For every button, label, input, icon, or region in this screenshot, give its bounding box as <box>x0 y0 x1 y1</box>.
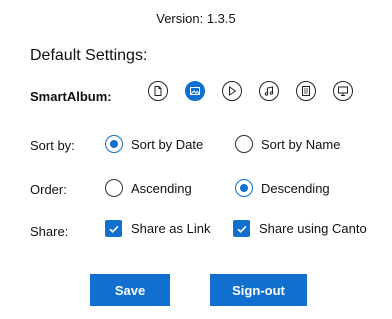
sort-by-date-option[interactable]: Sort by Date <box>105 135 203 153</box>
ascending-option[interactable]: Ascending <box>105 179 192 197</box>
video-play-icon[interactable] <box>222 81 242 101</box>
image-icon[interactable] <box>185 81 205 101</box>
checkmark-icon <box>108 225 119 233</box>
share-label: Share: <box>30 224 69 239</box>
smartalbum-label: SmartAlbum: <box>30 89 112 104</box>
share-as-link-label: Share as Link <box>131 221 211 236</box>
sort-by-name-radio[interactable] <box>235 135 253 153</box>
sort-by-name-label: Sort by Name <box>261 136 341 152</box>
sort-by-date-label: Sort by Date <box>131 136 204 152</box>
default-settings-title: Default Settings: <box>30 47 148 64</box>
share-as-link-option[interactable]: Share as Link <box>105 220 211 237</box>
order-label: Order: <box>30 182 67 197</box>
document-icon[interactable] <box>148 81 168 101</box>
sort-by-name-option[interactable]: Sort by Name <box>235 135 340 153</box>
sort-by-label: Sort by: <box>30 138 75 153</box>
presentation-icon[interactable] <box>333 81 353 101</box>
music-note-icon[interactable] <box>259 81 279 101</box>
ascending-label: Ascending <box>131 180 192 196</box>
save-button[interactable]: Save <box>90 274 170 306</box>
ascending-radio[interactable] <box>105 179 123 197</box>
sign-out-button[interactable]: Sign-out <box>210 274 307 306</box>
share-using-canto-checkbox[interactable] <box>233 220 250 237</box>
descending-label: Descending <box>261 180 330 196</box>
descending-radio[interactable] <box>235 179 253 197</box>
text-document-icon[interactable] <box>296 81 316 101</box>
checkmark-icon <box>236 225 247 233</box>
share-using-canto-label: Share using Canto <box>259 221 367 236</box>
share-using-canto-option[interactable]: Share using Canto <box>233 220 367 237</box>
version-label: Version: 1.3.5 <box>156 11 236 26</box>
sort-by-date-radio[interactable] <box>105 135 123 153</box>
descending-option[interactable]: Descending <box>235 179 330 197</box>
share-as-link-checkbox[interactable] <box>105 220 122 237</box>
